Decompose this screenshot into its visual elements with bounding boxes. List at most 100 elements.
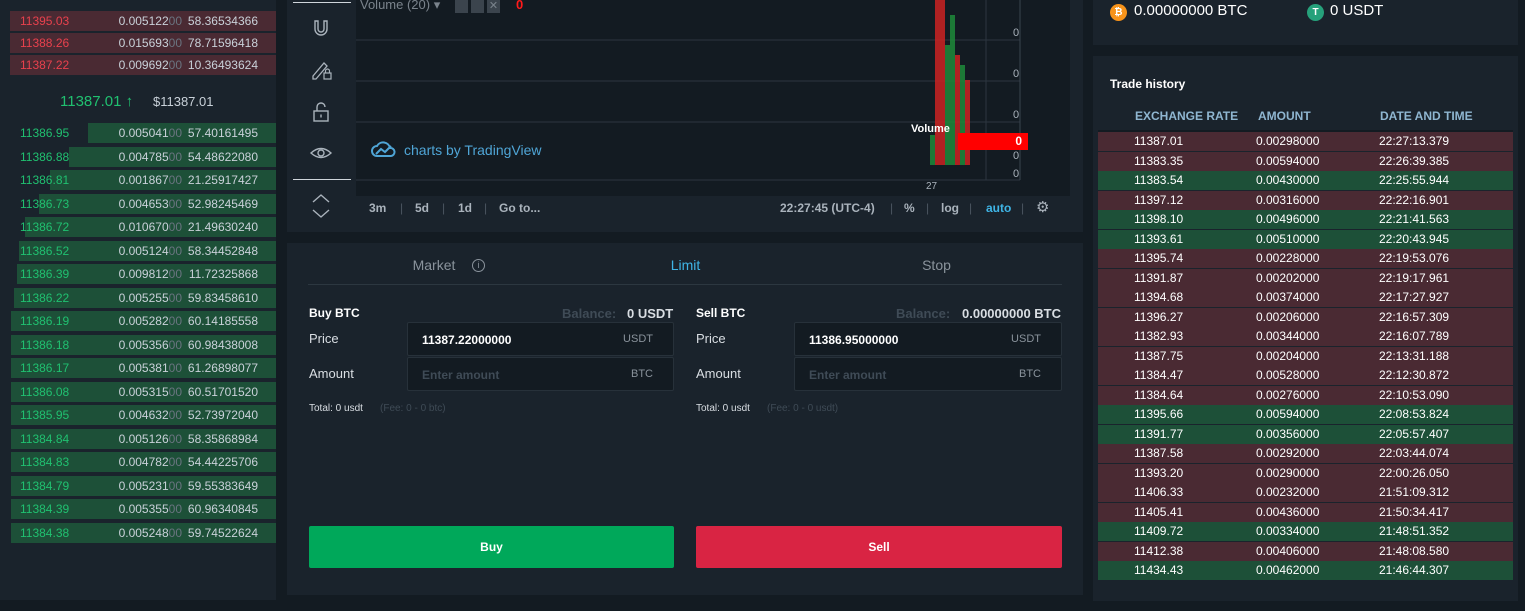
order-book-bid-row[interactable]: 11386.52 0.00512400 58.34452848 [0,240,276,262]
buy-balance-label: Balance: [562,306,617,321]
sell-amount-input[interactable]: Enter amount BTC [794,357,1062,391]
bid-total: 11.72325868 [188,267,258,281]
order-book-bid-row[interactable]: 11386.95 0.00504100 57.40161495 [0,122,276,144]
order-book-bid-row[interactable]: 11386.17 0.00538100 61.26898077 [0,357,276,379]
separator: | [926,201,930,215]
separator: | [1021,201,1025,215]
unlock-icon[interactable] [307,98,335,126]
trade-amount: 0.00594000 [1256,153,1320,168]
trade-rate: 11384.47 [1134,368,1184,382]
volume-indicator-label[interactable]: Volume (20) ▾ [360,0,440,13]
order-book-bid-row[interactable]: 11384.38 0.00524800 59.74522624 [0,522,276,544]
trade-amount: 0.00316000 [1256,192,1320,207]
go-to-date-button[interactable]: Go to... [499,201,540,215]
column-header-amount[interactable]: AMOUNT [1258,109,1311,123]
order-book-bid-row[interactable]: 11384.83 0.00478200 54.44225706 [0,451,276,473]
last-price-row: 11387.01 ↑ $11387.01 [0,84,276,120]
bitcoin-icon: ₿ [1110,4,1127,21]
trade-form-panel: Market i Limit Stop Buy BTC Balance: 0 U… [287,243,1083,595]
order-book-bid-row[interactable]: 11385.95 0.00463200 52.73972040 [0,404,276,426]
separator: | [400,201,404,215]
order-book-bid-row[interactable]: 11384.79 0.00523100 59.55383649 [0,475,276,497]
column-header-time[interactable]: DATE AND TIME [1380,109,1473,123]
chevron-toggle-icon[interactable] [307,192,335,220]
tab-stop[interactable]: Stop [811,243,1062,285]
order-book-ask-row[interactable]: 11388.26 0.01569300 78.71596418 [0,32,276,54]
order-book-bid-row[interactable]: 11386.22 0.00525500 59.83458610 [0,287,276,309]
trade-amount: 0.00374000 [1256,290,1320,304]
trade-history-row: 11395.74 0.00228000 22:19:53.076 [1098,249,1513,268]
bid-total: 58.34452848 [187,243,258,258]
sell-button[interactable]: Sell [696,526,1062,568]
chart-panel: Volume (20) ▾ ✕ 0 00000 Volume 0 charts … [287,0,1083,232]
tab-market[interactable]: Market i [308,243,560,285]
bid-total: 59.74522624 [187,525,258,540]
bid-amount: 0.00538100 [118,361,182,375]
sell-price-input[interactable]: 11386.95000000 USDT [794,322,1062,356]
trade-history-row: 11393.61 0.00510000 22:20:43.945 [1098,229,1513,249]
trade-time: 21:48:08.580 [1379,543,1450,558]
order-book-bid-row[interactable]: 11386.19 0.00528200 60.14185558 [0,310,276,332]
trade-rate: 11394.68 [1134,290,1184,304]
gear-icon[interactable]: ⚙ [1036,198,1049,216]
order-book-bid-row[interactable]: 11386.73 0.00465300 52.98245469 [0,193,276,215]
buy-total: Total: 0 usdt [309,403,363,414]
buy-button[interactable]: Buy [309,526,674,568]
ask-amount: 0.00969200 [118,58,182,72]
chart-timeframe-toolbar: 3m | 5d | 1d | Go to... 22:27:45 (UTC-4)… [356,196,1070,220]
tab-limit[interactable]: Limit [560,243,811,285]
ask-amount: 0.01569300 [118,36,182,50]
indicator-controls: ✕ [455,0,500,13]
trade-time: 22:19:53.076 [1379,251,1450,265]
order-book-bid-row[interactable]: 11386.18 0.00535600 60.98438008 [0,334,276,356]
trade-rate: 11434.43 [1134,563,1184,577]
volume-bar [960,65,965,165]
chart-drawing-toolbar [293,0,351,232]
usdt-balance: 0 USDT [1330,2,1384,19]
lock-drawing-icon[interactable] [307,56,335,84]
info-icon[interactable]: i [472,259,485,272]
trade-time: 21:51:09.312 [1379,485,1450,499]
auto-scale-button[interactable]: auto [986,201,1011,215]
buy-price-input[interactable]: 11387.22000000 USDT [407,322,674,356]
order-book-bid-row[interactable]: 11384.84 0.00512600 58.35868984 [0,428,276,450]
order-book-bid-row[interactable]: 11384.39 0.00535500 60.96340845 [0,498,276,520]
trade-rate: 11395.66 [1134,407,1184,421]
trade-amount: 0.00206000 [1256,309,1320,324]
bid-price: 11386.19 [20,314,70,328]
log-scale-button[interactable]: log [941,201,959,215]
order-book-bid-row[interactable]: 11386.88 0.00478500 54.48622080 [0,146,276,168]
bid-price: 11384.83 [20,455,70,469]
trade-time: 22:25:55.944 [1379,173,1450,187]
order-book: 11395.03 0.00512200 58.36534366 11388.26 0.0… [0,0,276,600]
magnet-icon[interactable] [307,14,335,42]
trade-time: 21:48:51.352 [1379,524,1450,538]
cloud-icon [371,141,396,157]
column-header-rate[interactable]: EXCHANGE RATE [1135,109,1238,123]
order-book-bid-row[interactable]: 11386.81 0.00186700 21.25917427 [0,169,276,191]
range-3m-button[interactable]: 3m [369,201,386,215]
order-book-ask-row[interactable]: 11395.03 0.00512200 58.36534366 [0,10,276,32]
order-book-bid-row[interactable]: 11386.08 0.00531500 60.51701520 [0,381,276,403]
trade-history-row: 11396.27 0.00206000 22:16:57.309 [1098,307,1513,327]
close-icon[interactable]: ✕ [487,0,500,13]
order-book-bid-row[interactable]: 11386.39 0.00981200 11.72325868 [0,263,276,285]
trade-amount: 0.00344000 [1256,329,1320,343]
settings-icon[interactable] [471,0,484,13]
range-5d-button[interactable]: 5d [415,201,429,215]
bid-price: 11386.95 [20,126,70,140]
trade-amount: 0.00594000 [1256,407,1320,421]
eye-icon[interactable] [307,139,335,167]
bid-amount: 0.00504100 [118,126,182,140]
bid-amount: 0.00535600 [118,337,182,352]
range-1d-button[interactable]: 1d [458,201,472,215]
volume-bar [965,80,970,165]
trade-history-row: 11393.20 0.00290000 22:00:26.050 [1098,463,1513,483]
order-book-bid-row[interactable]: 11386.72 0.01067000 21.49630240 [0,216,276,238]
ask-total: 78.71596418 [187,36,258,50]
order-book-ask-row[interactable]: 11387.22 0.00969200 10.36493624 [0,54,276,76]
price-chart[interactable]: Volume (20) ▾ ✕ 0 00000 Volume 0 charts … [356,0,1070,196]
buy-amount-input[interactable]: Enter amount BTC [407,357,674,391]
visibility-icon[interactable] [455,0,468,13]
percent-scale-button[interactable]: % [904,201,915,215]
